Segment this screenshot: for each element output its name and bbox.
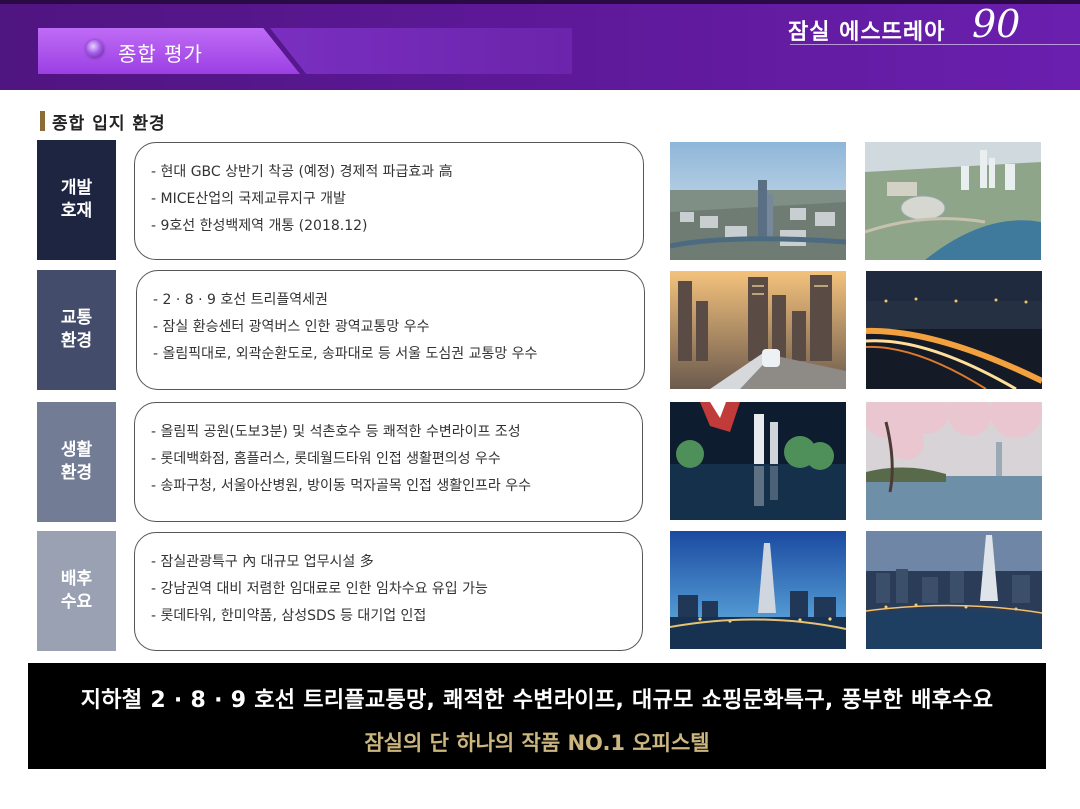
- header-top-border: [0, 0, 1080, 4]
- mice-complex-rendering: [865, 142, 1041, 260]
- category-label: 개발 호재: [60, 178, 93, 221]
- description-line: - 올림픽대로, 외곽순환도로, 송파대로 등 서울 도심권 교통망 우수: [153, 346, 538, 362]
- subtitle: 종합 입지 환경: [52, 114, 166, 134]
- subtitle-marker: [40, 111, 45, 131]
- description-development: - 현대 GBC 상반기 착공 (예정) 경제적 파급효과 高 - MICE산업…: [134, 142, 644, 260]
- description-line: - MICE산업의 국제교류지구 개발: [151, 191, 346, 207]
- category-label: 배후 수요: [60, 569, 93, 612]
- description-line: - 현대 GBC 상반기 착공 (예정) 경제적 파급효과 高: [151, 164, 453, 180]
- description-living: - 올림픽 공원(도보3분) 및 석촌호수 등 쾌적한 수변라이프 조성 - 롯…: [134, 402, 643, 522]
- brand-number: 90: [972, 2, 1021, 46]
- gbc-aerial-photo: [670, 142, 846, 260]
- lotte-tower-aerial-photo: [866, 531, 1042, 649]
- description-line: - 올림픽 공원(도보3분) 및 석촌호수 등 쾌적한 수변라이프 조성: [151, 424, 521, 440]
- category-label: 교통 환경: [60, 308, 93, 351]
- brand-name: 잠실 에스뜨레아: [788, 20, 946, 45]
- category-development: 개발 호재: [37, 140, 116, 260]
- section-title: 종합 평가: [118, 42, 203, 66]
- brand-underline: [790, 44, 1080, 45]
- description-line: - 잠실 환승센터 광역버스 인한 광역교통망 우수: [153, 319, 430, 335]
- highway-night-photo: [866, 271, 1042, 389]
- category-transport: 교통 환경: [37, 270, 116, 390]
- description-line: - 2 · 8 · 9 호선 트리플역세권: [153, 292, 328, 308]
- olympic-park-night-photo: [670, 402, 846, 520]
- description-transport: - 2 · 8 · 9 호선 트리플역세권 - 잠실 환승센터 광역버스 인한 …: [136, 270, 645, 390]
- lotte-tower-dusk-photo: [670, 531, 846, 649]
- summary-banner: 지하철 2 · 8 · 9 호선 트리플교통망, 쾌적한 수변라이프, 대규모 …: [28, 663, 1046, 769]
- category-demand: 배후 수요: [37, 531, 116, 651]
- banner-tagline: 잠실의 단 하나의 작품 NO.1 오피스텔: [364, 731, 710, 755]
- purple-orb-icon: [86, 40, 104, 58]
- category-label: 생활 환경: [60, 440, 93, 483]
- metro-train-photo: [670, 271, 846, 389]
- section-tab-extension: [270, 28, 572, 74]
- cherry-blossom-lake-photo: [866, 402, 1042, 520]
- description-line: - 잠실관광특구 內 대규모 업무시설 多: [151, 554, 374, 570]
- description-line: - 롯데백화점, 홈플러스, 롯데월드타워 인접 생활편의성 우수: [151, 451, 501, 467]
- description-line: - 롯데타워, 한미약품, 삼성SDS 등 대기업 인접: [151, 608, 427, 624]
- description-line: - 송파구청, 서울아산병원, 방이동 먹자골목 인접 생활인프라 우수: [151, 478, 531, 494]
- description-demand: - 잠실관광특구 內 대규모 업무시설 多 - 강남권역 대비 저렴한 임대료로…: [134, 532, 643, 651]
- banner-headline: 지하철 2 · 8 · 9 호선 트리플교통망, 쾌적한 수변라이프, 대규모 …: [80, 688, 994, 713]
- header-bar: 종합 평가 잠실 에스뜨레아 90: [0, 0, 1080, 90]
- category-living: 생활 환경: [37, 402, 116, 522]
- description-line: - 9호선 한성백제역 개통 (2018.12): [151, 218, 368, 234]
- description-line: - 강남권역 대비 저렴한 임대료로 인한 임차수요 유입 가능: [151, 581, 488, 597]
